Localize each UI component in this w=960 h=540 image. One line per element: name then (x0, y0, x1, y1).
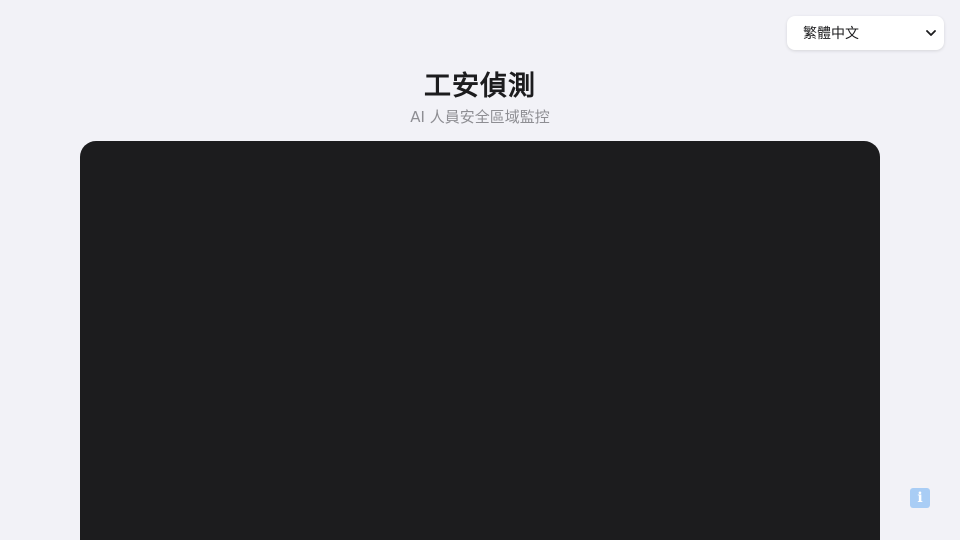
page-subtitle: AI 人員安全區域監控 (410, 108, 550, 126)
language-select-value: 繁體中文 (803, 26, 859, 42)
page: 繁體中文 工安偵測 AI 人員安全區域監控 i (0, 0, 960, 540)
chevron-down-icon (926, 28, 936, 38)
video-feed-panel (80, 141, 880, 540)
info-button[interactable]: i (910, 488, 930, 508)
language-select[interactable]: 繁體中文 (787, 16, 944, 50)
page-title: 工安偵測 (424, 71, 536, 102)
info-icon: i (917, 490, 923, 506)
